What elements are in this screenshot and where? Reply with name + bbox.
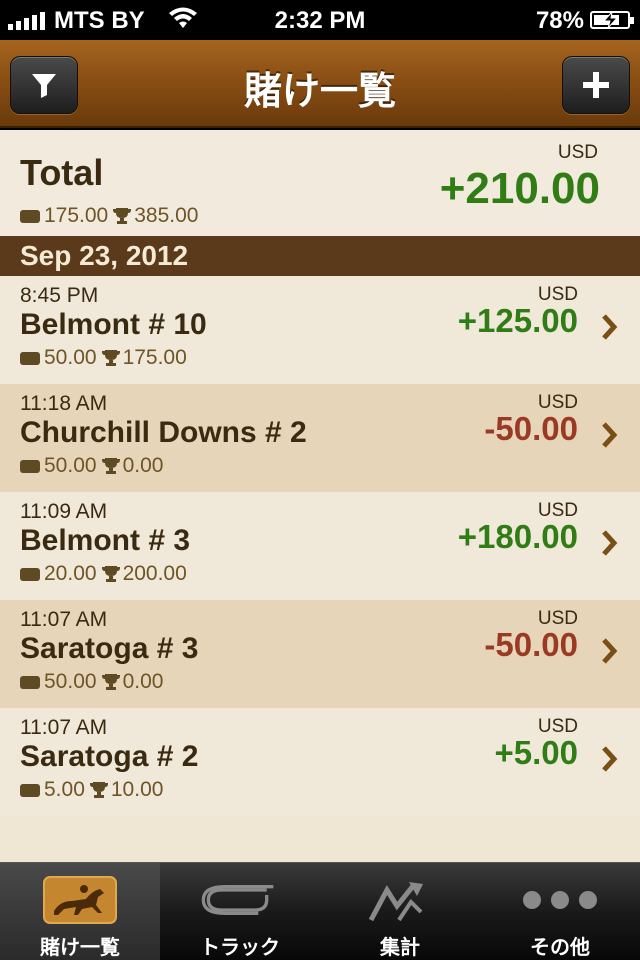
total-currency: USD xyxy=(557,142,598,163)
ticket-icon xyxy=(20,675,40,689)
bet-winnings: 200.00 xyxy=(122,562,187,585)
bet-stake: 5.00 xyxy=(44,778,85,801)
bet-amount: -50.00 xyxy=(484,626,578,663)
trophy-icon xyxy=(113,208,132,224)
bet-row[interactable]: 8:45 PM Belmont # 10 USD +125.00 50.00 175.00 xyxy=(0,276,640,384)
bet-stake: 50.00 xyxy=(44,454,97,477)
bet-amount: -50.00 xyxy=(484,410,578,447)
more-icon xyxy=(520,873,600,927)
bet-row[interactable]: 11:09 AM Belmont # 3 USD +180.00 20.00 200.00 xyxy=(0,492,640,600)
ticket-icon xyxy=(20,209,40,223)
chevron-right-icon[interactable] xyxy=(600,526,620,560)
bet-row[interactable]: 11:07 AM Saratoga # 3 USD -50.00 50.00 0.00 xyxy=(0,600,640,708)
bet-time: 11:07 AM xyxy=(20,608,108,631)
bet-stake: 50.00 xyxy=(44,346,97,369)
bet-meta: 50.00 0.00 xyxy=(20,670,163,694)
tab-bets[interactable]: 賭け一覧 xyxy=(0,863,160,960)
trophy-icon xyxy=(101,674,120,690)
trophy-icon xyxy=(101,458,120,474)
tab-track-label: トラック xyxy=(200,937,280,959)
chevron-right-icon[interactable] xyxy=(600,310,620,344)
tab-bar: 賭け一覧 トラック 集計 その他 xyxy=(0,862,640,960)
total-label: Total xyxy=(20,152,104,193)
bet-amount: +180.00 xyxy=(457,518,578,555)
bet-race-name: Saratoga # 3 xyxy=(20,632,199,665)
bet-race-name: Churchill Downs # 2 xyxy=(20,416,307,449)
bet-meta: 5.00 10.00 xyxy=(20,778,163,802)
bet-meta: 50.00 0.00 xyxy=(20,454,163,478)
tab-track[interactable]: トラック xyxy=(160,863,320,960)
tab-more-label: その他 xyxy=(530,937,590,959)
plus-icon xyxy=(583,72,609,98)
total-winnings: 385.00 xyxy=(134,204,199,227)
chevron-right-icon[interactable] xyxy=(600,742,620,776)
bet-amount: +125.00 xyxy=(457,302,578,339)
bet-winnings: 175.00 xyxy=(122,346,187,369)
bet-time: 11:18 AM xyxy=(20,392,108,415)
ticket-icon xyxy=(20,567,40,581)
bet-winnings: 0.00 xyxy=(122,670,164,693)
bet-meta: 20.00 200.00 xyxy=(20,562,187,586)
add-bet-button[interactable] xyxy=(562,56,630,114)
navigation-bar: 賭け一覧 xyxy=(0,40,640,128)
trophy-icon xyxy=(101,566,120,582)
ticket-icon xyxy=(20,351,40,365)
total-summary: Total USD +210.00 175.00 385.00 xyxy=(0,130,640,236)
trophy-icon xyxy=(101,350,120,366)
total-meta: 175.00 385.00 xyxy=(20,204,198,228)
bet-row[interactable]: 11:18 AM Churchill Downs # 2 USD -50.00 50.0… xyxy=(0,384,640,492)
page-title: 賭け一覧 xyxy=(243,71,396,113)
tab-more[interactable]: その他 xyxy=(480,863,640,960)
bet-time: 8:45 PM xyxy=(20,284,99,307)
bet-row[interactable]: 11:07 AM Saratoga # 2 USD +5.00 5.00 10.00 xyxy=(0,708,640,816)
bet-stake: 20.00 xyxy=(44,562,97,585)
bet-race-name: Saratoga # 2 xyxy=(20,740,199,773)
chevron-right-icon[interactable] xyxy=(600,634,620,668)
bet-race-name: Belmont # 10 xyxy=(20,308,207,341)
battery-percent: 78% xyxy=(535,7,584,34)
bet-amount: +5.00 xyxy=(494,734,579,771)
ticket-icon xyxy=(20,783,40,797)
chevron-right-icon[interactable] xyxy=(600,418,620,452)
trophy-icon xyxy=(89,782,108,798)
bet-stake: 50.00 xyxy=(44,670,97,693)
battery-charging-icon xyxy=(590,11,634,29)
bet-meta: 50.00 175.00 xyxy=(20,346,187,370)
date-section-header: Sep 23, 2012 xyxy=(0,236,640,276)
bet-time: 11:09 AM xyxy=(20,500,108,523)
bet-time: 11:07 AM xyxy=(20,716,108,739)
total-amount: +210.00 xyxy=(439,164,600,213)
ticket-icon xyxy=(20,459,40,473)
track-icon xyxy=(200,873,280,927)
tab-bets-label: 賭け一覧 xyxy=(40,937,120,959)
bet-race-name: Belmont # 3 xyxy=(20,524,191,557)
bet-list[interactable]: Total USD +210.00 175.00 385.00 Sep 23, … xyxy=(0,130,640,862)
total-stake: 175.00 xyxy=(44,204,109,227)
horse-racing-icon xyxy=(40,873,120,927)
tab-summary-label: 集計 xyxy=(380,937,420,959)
bet-winnings: 0.00 xyxy=(122,454,164,477)
bet-winnings: 10.00 xyxy=(110,778,164,801)
chart-icon xyxy=(360,873,440,927)
tab-summary[interactable]: 集計 xyxy=(320,863,480,960)
status-bar: MTS BY 2:32 PM 78% xyxy=(0,0,640,40)
